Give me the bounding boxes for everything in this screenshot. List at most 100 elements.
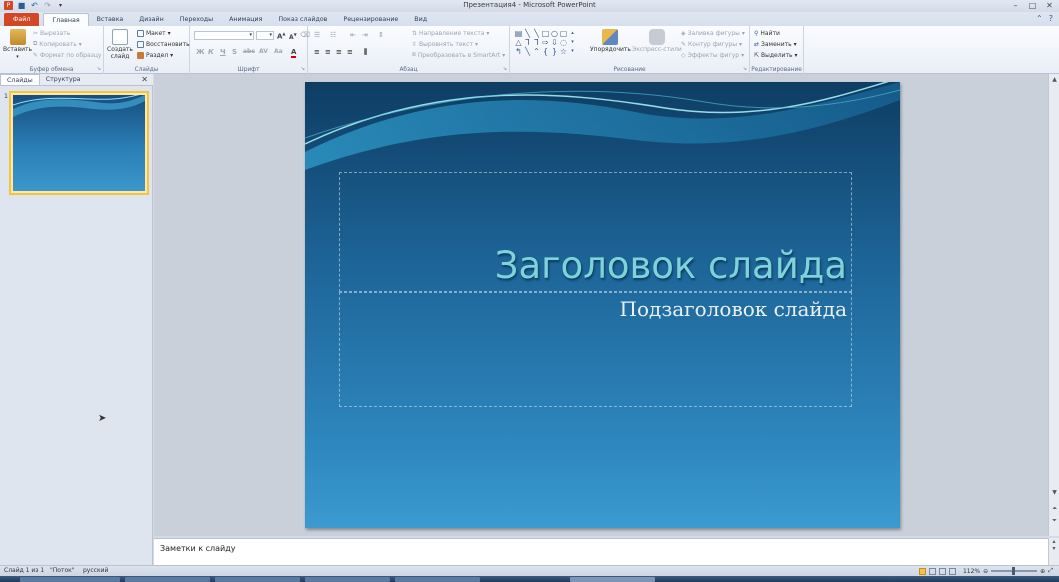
line-shape-icon[interactable]: ╲ xyxy=(523,29,532,38)
rectangle-shape-icon[interactable]: □ xyxy=(541,29,550,38)
reset-button[interactable]: Восстановить xyxy=(137,40,190,48)
maximize-button[interactable]: □ xyxy=(1027,0,1038,10)
curve-shape-icon[interactable]: ↰ xyxy=(514,47,523,56)
scroll-up-icon[interactable]: ▴ xyxy=(568,29,577,38)
format-painter-button[interactable]: ✎ Формат по образцу xyxy=(33,51,101,59)
fit-to-window-icon[interactable]: ⤢ xyxy=(1048,567,1053,575)
slideshow-view-icon[interactable] xyxy=(948,567,956,575)
font-launcher-icon[interactable]: ↘ xyxy=(301,66,305,72)
change-case-icon[interactable]: Aa xyxy=(274,48,283,55)
layout-button[interactable]: Макет ▾ xyxy=(137,29,171,37)
shape-fill-button[interactable]: ◈ Заливка фигуры ▾ xyxy=(681,29,745,37)
select-button[interactable]: ⇱ Выделить ▾ xyxy=(754,51,798,59)
numbering-icon[interactable]: ☷ xyxy=(330,31,336,39)
title-placeholder[interactable]: Заголовок слайда xyxy=(339,172,852,292)
notes-scrollbar[interactable]: ▴ ▾ xyxy=(1048,538,1059,565)
taskbar-item[interactable] xyxy=(305,577,390,582)
more-shapes-icon[interactable]: ▾ xyxy=(568,47,577,56)
font-size-combo[interactable]: ▾ xyxy=(256,31,274,40)
scroll-up-arrow-icon[interactable]: ▲ xyxy=(1050,75,1059,84)
shrink-font-icon[interactable]: A▼ xyxy=(289,32,297,41)
arrange-button[interactable]: Упорядочить xyxy=(590,29,631,54)
align-center-icon[interactable]: ≡ xyxy=(325,48,331,56)
paragraph-launcher-icon[interactable]: ↘ xyxy=(503,66,507,72)
smartart-button[interactable]: ⧈ Преобразовать в SmartArt ▾ xyxy=(412,51,505,59)
minimize-button[interactable]: – xyxy=(1010,0,1021,10)
slide-thumbnail[interactable] xyxy=(9,91,149,195)
bold-icon[interactable]: Ж xyxy=(196,48,205,56)
vertical-scrollbar[interactable]: ▲ ▼ ⏶ ⏷ xyxy=(1048,74,1059,536)
help-icon[interactable]: ? xyxy=(1049,14,1053,23)
zoom-out-icon[interactable]: ⊖ xyxy=(983,568,988,575)
find-button[interactable]: ⚲ Найти xyxy=(754,29,780,37)
copy-button[interactable]: ⧉ Копировать ▾ xyxy=(33,40,82,48)
shadow-icon[interactable]: S xyxy=(232,48,237,56)
tab-file[interactable]: Файл xyxy=(4,13,40,26)
tab-insert[interactable]: Вставка xyxy=(89,13,132,26)
zoom-slider-knob[interactable] xyxy=(1012,567,1016,575)
grow-font-icon[interactable]: A▲ xyxy=(277,31,286,40)
line-spacing-icon[interactable]: ↕ xyxy=(378,31,384,39)
tab-slideshow[interactable]: Показ слайдов xyxy=(270,13,335,26)
align-left-icon[interactable]: ≡ xyxy=(314,48,320,56)
tab-review[interactable]: Рецензирование xyxy=(335,13,406,26)
decrease-indent-icon[interactable]: ⇤ xyxy=(350,31,356,39)
columns-icon[interactable]: ⫼ xyxy=(364,48,367,57)
clipboard-launcher-icon[interactable]: ↘ xyxy=(97,66,101,72)
font-name-combo[interactable]: ▾ xyxy=(194,31,254,40)
flowchart-shape-icon[interactable]: ◌ xyxy=(559,38,568,47)
shapes-gallery[interactable]: ▤ ╲ ╲ □ ○ ▢ ▴ △ ⅂ ⅂ ⇨ ⇩ ◌ ▾ ↰ ╲ ⌃ { } ☆ … xyxy=(514,29,580,57)
down-arrow-shape-icon[interactable]: ⇩ xyxy=(550,38,559,47)
star-shape-icon[interactable]: ☆ xyxy=(559,47,568,56)
italic-icon[interactable]: К xyxy=(208,48,214,56)
zoom-in-icon[interactable]: ⊕ xyxy=(1040,568,1045,575)
freeform-shape-icon[interactable]: ╲ xyxy=(523,47,532,56)
oval-shape-icon[interactable]: ○ xyxy=(550,29,559,38)
scroll-down-arrow-icon[interactable]: ▼ xyxy=(1050,488,1059,497)
language-status[interactable]: русский xyxy=(83,567,108,574)
taskbar-item[interactable] xyxy=(395,577,480,582)
right-arrow-shape-icon[interactable]: ⇨ xyxy=(541,38,550,47)
close-pane-icon[interactable]: ✕ xyxy=(141,75,148,84)
shape-effects-button[interactable]: ◇ Эффекты фигур ▾ xyxy=(681,51,744,59)
scroll-down-icon[interactable]: ▾ xyxy=(568,38,577,47)
cut-button[interactable]: ✂ Вырезать xyxy=(33,29,70,37)
tab-home[interactable]: Главная xyxy=(43,13,89,26)
taskbar-item[interactable] xyxy=(570,577,655,582)
next-slide-icon[interactable]: ⏷ xyxy=(1050,516,1059,525)
brace-left-shape-icon[interactable]: { xyxy=(541,47,550,56)
tab-slides-pane[interactable]: Слайды xyxy=(0,74,40,85)
slide-title[interactable]: Заголовок слайда xyxy=(495,244,847,287)
align-right-icon[interactable]: ≡ xyxy=(336,48,342,56)
textbox-shape-icon[interactable]: ▤ xyxy=(514,29,523,38)
new-slide-button[interactable]: Создать слайд xyxy=(107,29,133,60)
paste-button[interactable]: Вставить ▾ xyxy=(3,29,32,60)
previous-slide-icon[interactable]: ⏶ xyxy=(1050,504,1059,513)
normal-view-icon[interactable] xyxy=(918,567,926,575)
align-text-button[interactable]: ⇳ Выровнять текст ▾ xyxy=(412,40,478,48)
angle-shape-icon[interactable]: ⌃ xyxy=(532,47,541,56)
taskbar-item[interactable] xyxy=(125,577,210,582)
tab-animations[interactable]: Анимация xyxy=(221,13,270,26)
strikethrough-icon[interactable]: abc xyxy=(243,48,255,55)
tab-outline-pane[interactable]: Структура xyxy=(40,74,87,85)
tab-view[interactable]: Вид xyxy=(406,13,435,26)
text-direction-button[interactable]: ⇅ Направление текста ▾ xyxy=(412,29,489,37)
zoom-level[interactable]: 112% xyxy=(963,568,980,575)
connector-shape-icon[interactable]: ⅂ xyxy=(523,38,532,47)
drawing-launcher-icon[interactable]: ↘ xyxy=(743,66,747,72)
section-button[interactable]: Раздел ▾ xyxy=(137,51,173,59)
bullets-icon[interactable]: ☰ xyxy=(314,31,320,39)
reading-view-icon[interactable] xyxy=(938,567,946,575)
quick-styles-button[interactable]: Экспресс-стили xyxy=(632,29,682,54)
tab-transitions[interactable]: Переходы xyxy=(172,13,221,26)
taskbar-item[interactable] xyxy=(20,577,120,582)
close-button[interactable]: ✕ xyxy=(1044,0,1055,10)
subtitle-placeholder[interactable]: Подзаголовок слайда xyxy=(339,292,852,407)
font-color-icon[interactable]: A xyxy=(291,48,297,58)
connector2-shape-icon[interactable]: ⅂ xyxy=(532,38,541,47)
slide-sorter-icon[interactable] xyxy=(928,567,936,575)
increase-indent-icon[interactable]: ⇥ xyxy=(362,31,368,39)
notes-placeholder[interactable]: Заметки к слайду xyxy=(160,544,235,553)
rounded-rect-shape-icon[interactable]: ▢ xyxy=(559,29,568,38)
